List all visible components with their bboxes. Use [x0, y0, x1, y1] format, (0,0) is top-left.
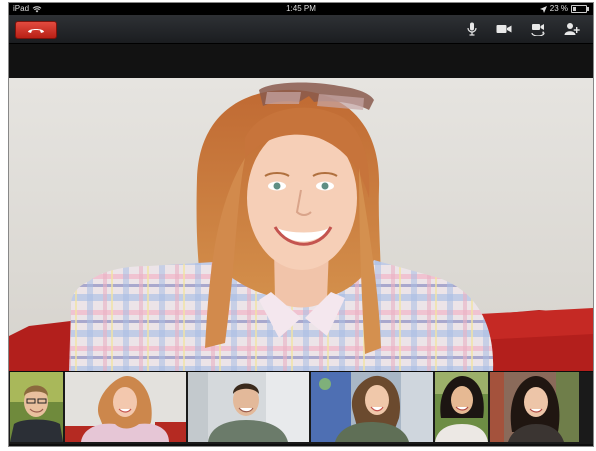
microphone-button[interactable] — [461, 19, 483, 39]
hangup-button[interactable] — [15, 21, 57, 39]
participant-2-video — [65, 372, 186, 442]
status-time: 1:45 PM — [286, 4, 316, 13]
phone-hangup-icon — [28, 29, 44, 33]
participant-5-video — [435, 372, 488, 442]
speaker-video-image — [9, 78, 593, 371]
call-toolbar — [9, 15, 593, 44]
video-toggle-button[interactable] — [493, 19, 515, 39]
participant-thumbnail-2[interactable] — [65, 372, 186, 442]
participant-thumbnail-5[interactable] — [435, 372, 488, 442]
main-speaker-video[interactable] — [9, 78, 593, 371]
battery-icon — [571, 5, 589, 13]
location-arrow-icon — [539, 5, 547, 13]
participant-6-video — [490, 372, 579, 442]
add-person-icon — [564, 23, 580, 35]
participant-thumbnail-4[interactable] — [311, 372, 433, 442]
add-person-button[interactable] — [561, 19, 583, 39]
microphone-icon — [467, 22, 477, 36]
video-camera-icon — [496, 25, 512, 33]
participant-1-video — [10, 372, 63, 442]
switch-camera-button[interactable] — [527, 19, 549, 39]
participant-thumbnail-3[interactable] — [188, 372, 309, 442]
participant-thumbnail-6[interactable] — [490, 372, 579, 442]
remote-video-top-area — [9, 44, 593, 78]
participant-4-video — [311, 372, 433, 442]
participant-thumbnail-1[interactable] — [10, 372, 63, 442]
participant-strip — [9, 372, 593, 444]
participant-3-video — [188, 372, 309, 442]
switch-camera-icon — [531, 24, 545, 36]
video-call-screen: iPad 1:45 PM 23 % — [9, 3, 593, 446]
battery-percent: 23 % — [549, 4, 568, 13]
status-bar: iPad 1:45 PM 23 % — [9, 3, 593, 15]
